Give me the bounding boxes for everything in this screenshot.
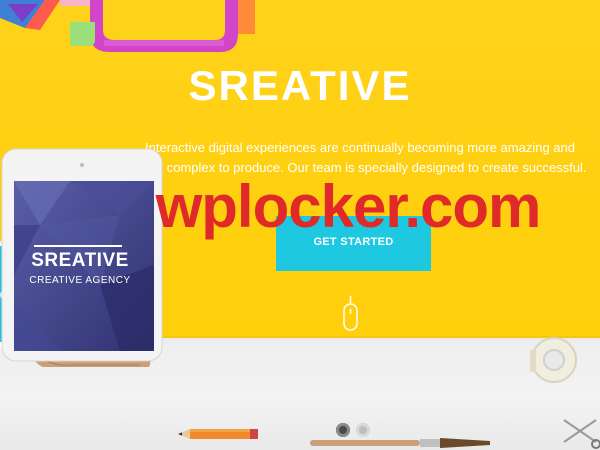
tablet-brand-rule	[34, 245, 122, 247]
slider-dots	[336, 423, 376, 439]
paintbrush-decoration	[310, 438, 490, 448]
slider-dot-2[interactable]	[356, 423, 370, 437]
watermark-text: wplocker.com	[155, 173, 542, 240]
pencil-decoration	[178, 429, 258, 439]
tape-roll-decoration	[530, 337, 577, 383]
tablet-subtitle: CREATIVE AGENCY	[29, 275, 131, 286]
hero-title: SREATIVE	[188, 62, 412, 109]
scissors-decoration	[563, 419, 600, 449]
slider-dot-1[interactable]	[336, 423, 350, 437]
scroll-mouse-icon[interactable]	[343, 296, 358, 332]
tablet-brand: SREATIVE	[31, 250, 129, 271]
shelf-decoration	[0, 0, 255, 52]
